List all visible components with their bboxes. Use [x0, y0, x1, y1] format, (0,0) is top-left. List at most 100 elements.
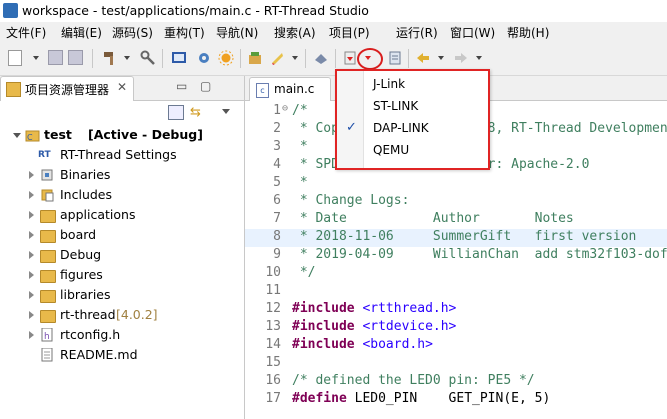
- expand-arrow-icon[interactable]: [29, 331, 34, 339]
- code-text: * Date Author Notes: [292, 211, 574, 226]
- new-dropdown-icon[interactable]: [33, 56, 39, 60]
- tab-label: main.c: [274, 82, 315, 96]
- expand-arrow-icon[interactable]: [29, 171, 34, 179]
- folder-icon: [40, 270, 56, 283]
- save-all-icon[interactable]: [68, 50, 83, 65]
- line-number: 1: [273, 103, 281, 118]
- menu-source[interactable]: 源码(S): [112, 24, 153, 41]
- tree-item-label: figures: [60, 267, 103, 282]
- tab-project-explorer[interactable]: 项目资源管理器 ✕: [0, 76, 134, 101]
- menu-edit[interactable]: 编辑(E): [61, 24, 102, 41]
- menu-file[interactable]: 文件(F): [6, 24, 46, 41]
- save-icon[interactable]: [48, 50, 63, 65]
- debugger-dropdown-arrow-icon[interactable]: [365, 56, 371, 60]
- code-line: 6 * Change Logs:: [245, 193, 667, 211]
- expand-arrow-icon[interactable]: [29, 211, 34, 219]
- code-line: 10 */: [245, 265, 667, 283]
- tab-main-c[interactable]: c main.c: [249, 77, 331, 101]
- svg-text:C: C: [27, 133, 33, 142]
- expand-arrow-icon[interactable]: [29, 251, 34, 259]
- menu-item-stlink[interactable]: ST-LINK: [337, 95, 488, 117]
- package-icon[interactable]: [247, 50, 263, 66]
- tree-item-label: libraries: [60, 287, 111, 302]
- menu-run[interactable]: 运行(R): [396, 24, 438, 41]
- tree-item-label: rt-thread: [60, 307, 116, 322]
- code-text: /* defined the LED0 pin: PE5 */: [292, 373, 535, 388]
- expand-arrow-icon[interactable]: [29, 191, 34, 199]
- menu-window[interactable]: 窗口(W): [450, 24, 495, 41]
- serial-config-icon[interactable]: [387, 50, 403, 66]
- new-file-icon[interactable]: [8, 50, 22, 66]
- minimize-icon[interactable]: ▭: [176, 79, 187, 93]
- sdk-sun-icon[interactable]: [218, 50, 234, 66]
- tree-item-applications[interactable]: applications: [0, 205, 244, 225]
- tree-item-rtconfig[interactable]: h rtconfig.h: [0, 325, 244, 345]
- line-number: 7: [273, 211, 281, 226]
- tree-item-label: RT-Thread Settings: [60, 147, 177, 162]
- expand-arrow-icon[interactable]: [29, 311, 34, 319]
- clean-wrench-icon[interactable]: [140, 50, 156, 66]
- code-text: <board.h>: [354, 337, 433, 352]
- tree-item-debug[interactable]: Debug: [0, 245, 244, 265]
- code-line: 11: [245, 283, 667, 301]
- settings-gear-icon[interactable]: [196, 50, 212, 66]
- includes-icon: [40, 188, 56, 202]
- view-menu-icon[interactable]: [222, 109, 230, 114]
- download-dropdown-icon[interactable]: [292, 56, 298, 60]
- tree-item-rt-thread-settings[interactable]: RT RT-Thread Settings: [0, 145, 244, 165]
- expand-arrow-icon[interactable]: [29, 291, 34, 299]
- menu-project[interactable]: 项目(P): [329, 24, 370, 41]
- menu-item-daplink[interactable]: ✓ DAP-LINK: [337, 117, 488, 139]
- tree-item-label: Includes: [60, 187, 113, 202]
- line-number: 13: [265, 319, 281, 334]
- line-number: 10: [265, 265, 281, 280]
- fold-icon[interactable]: ⊖: [282, 103, 288, 114]
- terminal-icon[interactable]: [171, 50, 187, 66]
- forward-dropdown-icon[interactable]: [476, 56, 482, 60]
- menu-item-label: QEMU: [373, 143, 410, 157]
- expand-arrow-icon[interactable]: [13, 133, 21, 138]
- tree-item-libraries[interactable]: libraries: [0, 285, 244, 305]
- menu-navigate[interactable]: 导航(N): [216, 24, 258, 41]
- svg-text:h: h: [44, 332, 50, 342]
- maximize-icon[interactable]: ▢: [200, 79, 211, 93]
- tree-item-readme[interactable]: README.md: [0, 345, 244, 365]
- menu-help[interactable]: 帮助(H): [507, 24, 549, 41]
- menu-item-label: J-Link: [373, 77, 406, 91]
- back-dropdown-icon[interactable]: [438, 56, 444, 60]
- tree-item-label: Binaries: [60, 167, 111, 182]
- menu-search[interactable]: 搜索(A): [274, 24, 316, 41]
- tree-item-board[interactable]: board: [0, 225, 244, 245]
- tree-item-figures[interactable]: figures: [0, 265, 244, 285]
- close-tab-icon[interactable]: ✕: [117, 80, 127, 94]
- code-line: 5 *: [245, 175, 667, 193]
- tree-item-rt-thread[interactable]: rt-thread [4.0.2]: [0, 305, 244, 325]
- app-icon: [3, 3, 18, 18]
- menu-item-jlink[interactable]: J-Link: [337, 73, 488, 95]
- expand-arrow-icon[interactable]: [29, 271, 34, 279]
- tree-root-project[interactable]: C test [Active - Debug]: [0, 125, 244, 145]
- version-badge: [4.0.2]: [116, 307, 158, 322]
- tree-item-label: README.md: [60, 347, 138, 362]
- back-arrow-icon[interactable]: [415, 50, 431, 66]
- toolbar-separator: [162, 49, 163, 68]
- menu-refactor[interactable]: 重构(T): [164, 24, 205, 41]
- sdk-manager-icon[interactable]: [313, 50, 329, 66]
- project-status: [Active - Debug]: [88, 127, 203, 142]
- collapse-all-icon[interactable]: [168, 105, 184, 120]
- build-dropdown-icon[interactable]: [124, 56, 130, 60]
- expand-arrow-icon[interactable]: [29, 231, 34, 239]
- link-with-editor-icon[interactable]: ⇆: [190, 105, 201, 120]
- binaries-icon: [40, 168, 56, 182]
- tree-item-binaries[interactable]: Binaries: [0, 165, 244, 185]
- debug-download-icon[interactable]: [342, 50, 358, 66]
- tree-item-includes[interactable]: Includes: [0, 185, 244, 205]
- toolbar: [0, 42, 667, 76]
- code-text: <rtthread.h>: [354, 301, 457, 316]
- download-rocket-icon[interactable]: [269, 50, 285, 66]
- forward-arrow-icon[interactable]: [453, 50, 469, 66]
- build-hammer-icon[interactable]: [102, 50, 118, 66]
- line-number: 16: [265, 373, 281, 388]
- menu-item-qemu[interactable]: QEMU: [337, 139, 488, 161]
- code-text: */: [292, 265, 316, 280]
